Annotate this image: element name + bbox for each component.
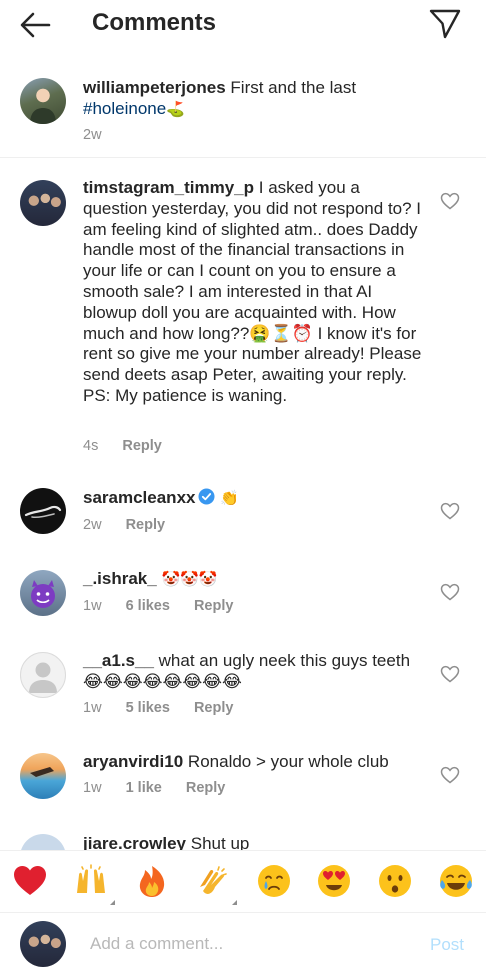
- comment-body: Shut up: [190, 834, 250, 850]
- clapping-hands-emoji[interactable]: [195, 863, 237, 905]
- likes-count[interactable]: 5 likes: [126, 700, 170, 716]
- heart-emoji[interactable]: [12, 863, 48, 899]
- reply-button[interactable]: Reply: [122, 438, 162, 454]
- heart-outline-icon[interactable]: [440, 583, 460, 601]
- caption-meta: 2w: [83, 127, 122, 143]
- comment-username[interactable]: saramcleanxx: [83, 488, 195, 507]
- comment-text: timstagram_timmy_p I asked you a questio…: [83, 178, 423, 407]
- reclining-figure-icon: [24, 505, 62, 519]
- post-caption: williampeterjones First and the last #ho…: [0, 64, 486, 158]
- current-user-avatar: [20, 921, 66, 967]
- emoji-reaction-bar: [0, 850, 486, 912]
- comment-list[interactable]: williampeterjones First and the last #ho…: [0, 64, 486, 850]
- raising-hands-emoji[interactable]: [73, 863, 115, 905]
- comment-composer: Post: [0, 912, 486, 975]
- flag-in-hole-icon: ⛳: [166, 99, 185, 118]
- comment-meta: 4s Reply: [83, 438, 182, 454]
- devil-face-icon: [31, 580, 55, 608]
- comment-time: 2w: [83, 517, 102, 533]
- comment-username[interactable]: jiare.crowley: [83, 834, 186, 850]
- tears-of-joy-emoji[interactable]: [438, 863, 474, 899]
- comment-meta: 1w 1 like Reply: [83, 780, 245, 796]
- comment-meta: 2w Reply: [83, 517, 185, 533]
- avatar[interactable]: [20, 488, 66, 534]
- comment-username[interactable]: timstagram_timmy_p: [83, 178, 254, 197]
- reply-button[interactable]: Reply: [194, 598, 234, 614]
- more-options-indicator: [110, 900, 115, 905]
- likes-count[interactable]: 6 likes: [126, 598, 170, 614]
- diver-silhouette-icon: [30, 767, 54, 777]
- comment-meta: 1w 6 likes Reply: [83, 598, 253, 614]
- heart-outline-icon[interactable]: [440, 192, 460, 210]
- person-silhouette-icon: [30, 108, 56, 124]
- heart-outline-icon[interactable]: [440, 502, 460, 520]
- comment-time: 1w: [83, 700, 102, 716]
- add-comment-input[interactable]: [90, 931, 410, 957]
- comment-body: I asked you a question yesterday, you di…: [83, 178, 422, 405]
- comment-username[interactable]: __a1.s__: [83, 651, 154, 670]
- reply-button[interactable]: Reply: [126, 517, 166, 533]
- comment-text: jiare.crowley Shut up: [83, 834, 423, 850]
- comment-text: __a1.s__ what an ugly neek this guys tee…: [83, 651, 423, 693]
- caption-text: williampeterjones First and the last #ho…: [83, 78, 423, 120]
- comment-body: Ronaldo > your whole club: [187, 752, 389, 771]
- comment-time: 1w: [83, 780, 102, 796]
- heart-outline-icon[interactable]: [440, 665, 460, 683]
- avatar[interactable]: [20, 834, 66, 850]
- comment-time: 4s: [83, 438, 99, 454]
- comment-text: _.ishrak_ 🤡🤡🤡: [83, 569, 423, 590]
- avatar[interactable]: [20, 570, 66, 616]
- comment-meta: 1w 5 likes Reply: [83, 700, 253, 716]
- clapping-hands-icon: [200, 866, 227, 894]
- caption-body: First and the last: [230, 78, 357, 97]
- comment-body: 👏: [220, 489, 239, 507]
- avatar[interactable]: [20, 753, 66, 799]
- surprised-face-emoji[interactable]: [377, 863, 413, 899]
- likes-count[interactable]: 1 like: [126, 780, 162, 796]
- avatar[interactable]: [20, 180, 66, 226]
- comment-body: 🤡🤡🤡: [161, 570, 218, 588]
- page-title: Comments: [92, 9, 217, 36]
- heart-eyes-emoji[interactable]: [316, 863, 352, 899]
- arrow-left-icon[interactable]: [18, 10, 52, 40]
- comment-username[interactable]: aryanvirdi10: [83, 752, 183, 771]
- verified-badge-icon: [198, 488, 215, 505]
- reply-button[interactable]: Reply: [194, 700, 234, 716]
- fire-emoji[interactable]: [134, 863, 170, 899]
- raising-hands-icon: [77, 864, 105, 893]
- header-bar: Comments: [0, 0, 486, 50]
- caption-hashtag[interactable]: #holeinone: [83, 99, 166, 118]
- comment-username[interactable]: _.ishrak_: [83, 569, 157, 588]
- caption-username[interactable]: williampeterjones: [83, 78, 226, 97]
- comment-text: saramcleanxx 👏: [83, 488, 423, 509]
- default-user-icon: [29, 662, 57, 693]
- comment-time: 1w: [83, 598, 102, 614]
- post-button[interactable]: Post: [430, 935, 464, 955]
- more-options-indicator: [232, 900, 237, 905]
- paper-plane-icon[interactable]: [428, 8, 462, 40]
- reply-button[interactable]: Reply: [186, 780, 226, 796]
- avatar[interactable]: [20, 652, 66, 698]
- avatar[interactable]: [20, 78, 66, 124]
- heart-outline-icon[interactable]: [440, 766, 460, 784]
- comment-text: aryanvirdi10 Ronaldo > your whole club: [83, 752, 423, 773]
- caption-time: 2w: [83, 127, 102, 143]
- crying-face-emoji[interactable]: [256, 863, 292, 899]
